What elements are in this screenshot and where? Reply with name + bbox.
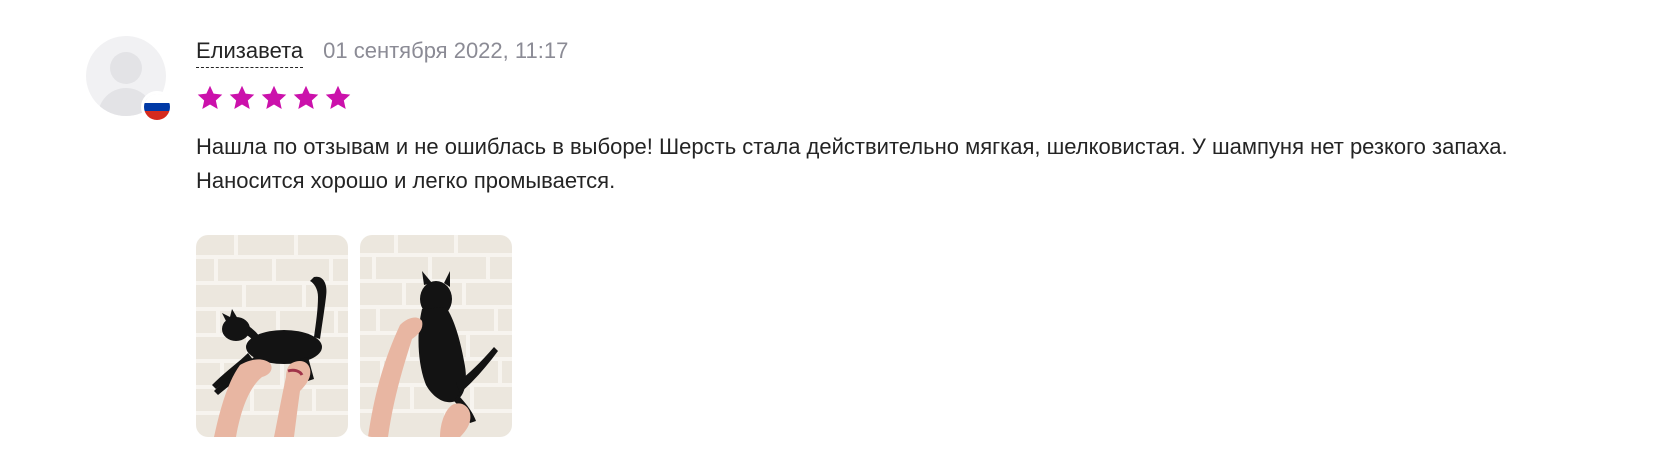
avatar-container (86, 36, 173, 123)
review-header: Елизавета 01 сентября 2022, 11:17 (196, 38, 568, 68)
star-icon (261, 85, 287, 109)
star-icon (293, 85, 319, 109)
author-name[interactable]: Елизавета (196, 38, 304, 68)
review-card: Елизавета 01 сентября 2022, 11:17 Нашла … (0, 0, 1680, 462)
star-icon (229, 85, 255, 109)
russia-flag-icon (141, 91, 173, 123)
avatar-placeholder-head (110, 52, 142, 84)
review-photo[interactable] (196, 235, 348, 437)
review-text: Нашла по отзывам и не ошиблась в выборе!… (196, 134, 1508, 193)
star-icon (325, 85, 351, 109)
star-icon (197, 85, 223, 109)
review-date: 01 сентября 2022, 11:17 (323, 38, 569, 63)
cat-photo-image (196, 235, 348, 437)
cat-photo-image (360, 235, 512, 437)
review-photo[interactable] (360, 235, 512, 437)
rating-stars (196, 84, 352, 112)
review-photos (196, 235, 512, 437)
